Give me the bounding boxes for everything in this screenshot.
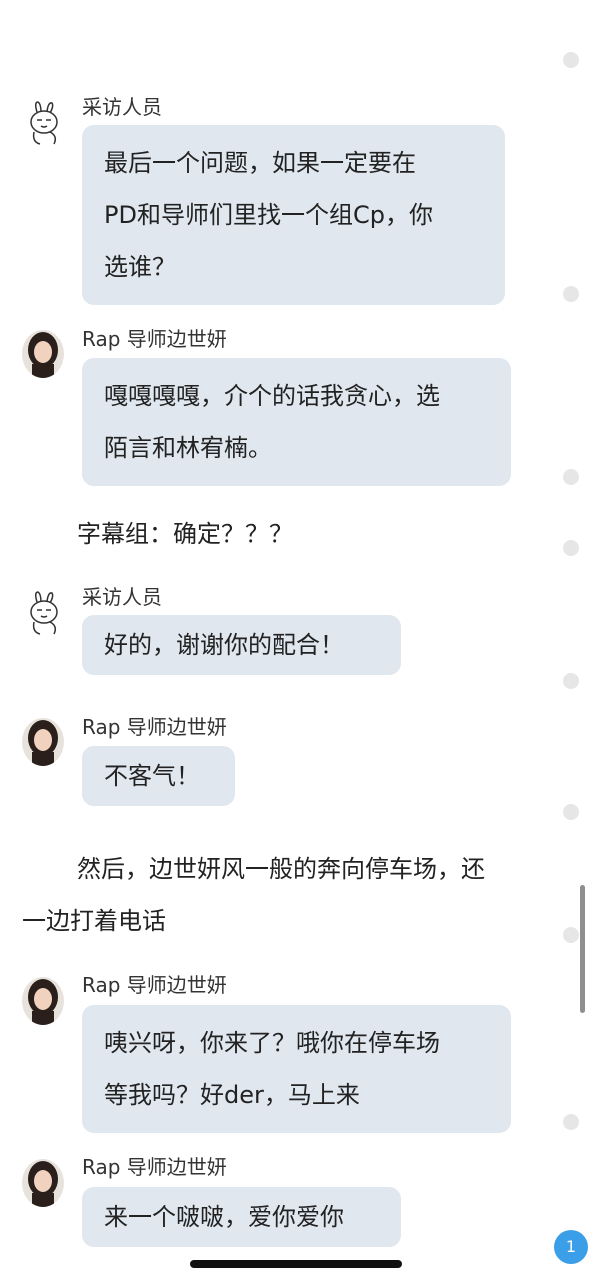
message-line: 等我吗？好der，马上来 bbox=[104, 1081, 360, 1109]
message-line: 好的，谢谢你的配合！ bbox=[104, 631, 344, 659]
message-line: 选谁？ bbox=[104, 253, 176, 281]
avatar[interactable] bbox=[22, 330, 64, 378]
message-line: 陌言和林宥楠。 bbox=[104, 434, 272, 462]
message-line: 不客气！ bbox=[104, 762, 200, 790]
scrollbar[interactable] bbox=[580, 885, 585, 1013]
unread-badge[interactable]: 1 bbox=[554, 1230, 588, 1264]
message-line: 最后一个问题，如果一定要在 bbox=[104, 149, 416, 177]
message-line: 来一个啵啵，爱你爱你 bbox=[104, 1203, 344, 1231]
sender-name: Rap 导师边世妍 bbox=[82, 1155, 227, 1179]
sender-name: 采访人员 bbox=[82, 585, 162, 609]
status-dot bbox=[563, 673, 579, 689]
status-dot bbox=[563, 540, 579, 556]
message-line: PD和导师们里找一个组Cp，你 bbox=[104, 201, 433, 229]
status-dot bbox=[563, 286, 579, 302]
status-dot bbox=[563, 52, 579, 68]
narration-line: 然后，边世妍风一般的奔向停车场，还 bbox=[77, 855, 485, 883]
message-bubble[interactable]: 咦兴呀，你来了？哦你在停车场 等我吗？好der，马上来 bbox=[82, 1005, 511, 1133]
sender-name: 采访人员 bbox=[82, 95, 162, 119]
message-bubble[interactable]: 好的，谢谢你的配合！ bbox=[82, 615, 401, 675]
sketch-avatar-icon[interactable] bbox=[24, 590, 66, 638]
sketch-avatar-icon[interactable] bbox=[24, 100, 66, 148]
avatar[interactable] bbox=[22, 718, 64, 766]
message-bubble[interactable]: 不客气！ bbox=[82, 746, 235, 806]
status-dot bbox=[563, 1114, 579, 1130]
message-line: 咦兴呀，你来了？哦你在停车场 bbox=[104, 1029, 440, 1057]
avatar[interactable] bbox=[22, 1159, 64, 1207]
home-indicator[interactable] bbox=[190, 1260, 402, 1268]
message-line: 嘎嘎嘎嘎，介个的话我贪心，选 bbox=[104, 382, 440, 410]
narration-line: 一边打着电话 bbox=[22, 907, 166, 935]
status-dot bbox=[563, 927, 579, 943]
sender-name: Rap 导师边世妍 bbox=[82, 327, 227, 351]
message-bubble[interactable]: 最后一个问题，如果一定要在 PD和导师们里找一个组Cp，你 选谁？ bbox=[82, 125, 505, 305]
sender-name: Rap 导师边世妍 bbox=[82, 715, 227, 739]
message-bubble[interactable]: 来一个啵啵，爱你爱你 bbox=[82, 1187, 401, 1247]
narration-text: 字幕组：确定？？？ bbox=[77, 520, 293, 548]
message-bubble[interactable]: 嘎嘎嘎嘎，介个的话我贪心，选 陌言和林宥楠。 bbox=[82, 358, 511, 486]
status-dot bbox=[563, 804, 579, 820]
status-dot bbox=[563, 469, 579, 485]
sender-name: Rap 导师边世妍 bbox=[82, 973, 227, 997]
avatar[interactable] bbox=[22, 977, 64, 1025]
